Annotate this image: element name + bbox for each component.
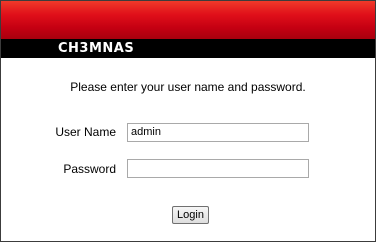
login-prompt: Please enter your user name and password… — [70, 80, 306, 94]
password-label: Password — [63, 162, 116, 176]
app-title: CH3MNAS — [58, 41, 135, 56]
login-window: CH3MNAS Please enter your user name and … — [0, 0, 376, 242]
login-button[interactable]: Login — [172, 206, 209, 224]
username-label: User Name — [55, 125, 116, 139]
password-input[interactable] — [127, 159, 309, 178]
header-banner — [1, 1, 375, 39]
username-input[interactable] — [127, 123, 309, 142]
title-bar: CH3MNAS — [1, 39, 375, 58]
